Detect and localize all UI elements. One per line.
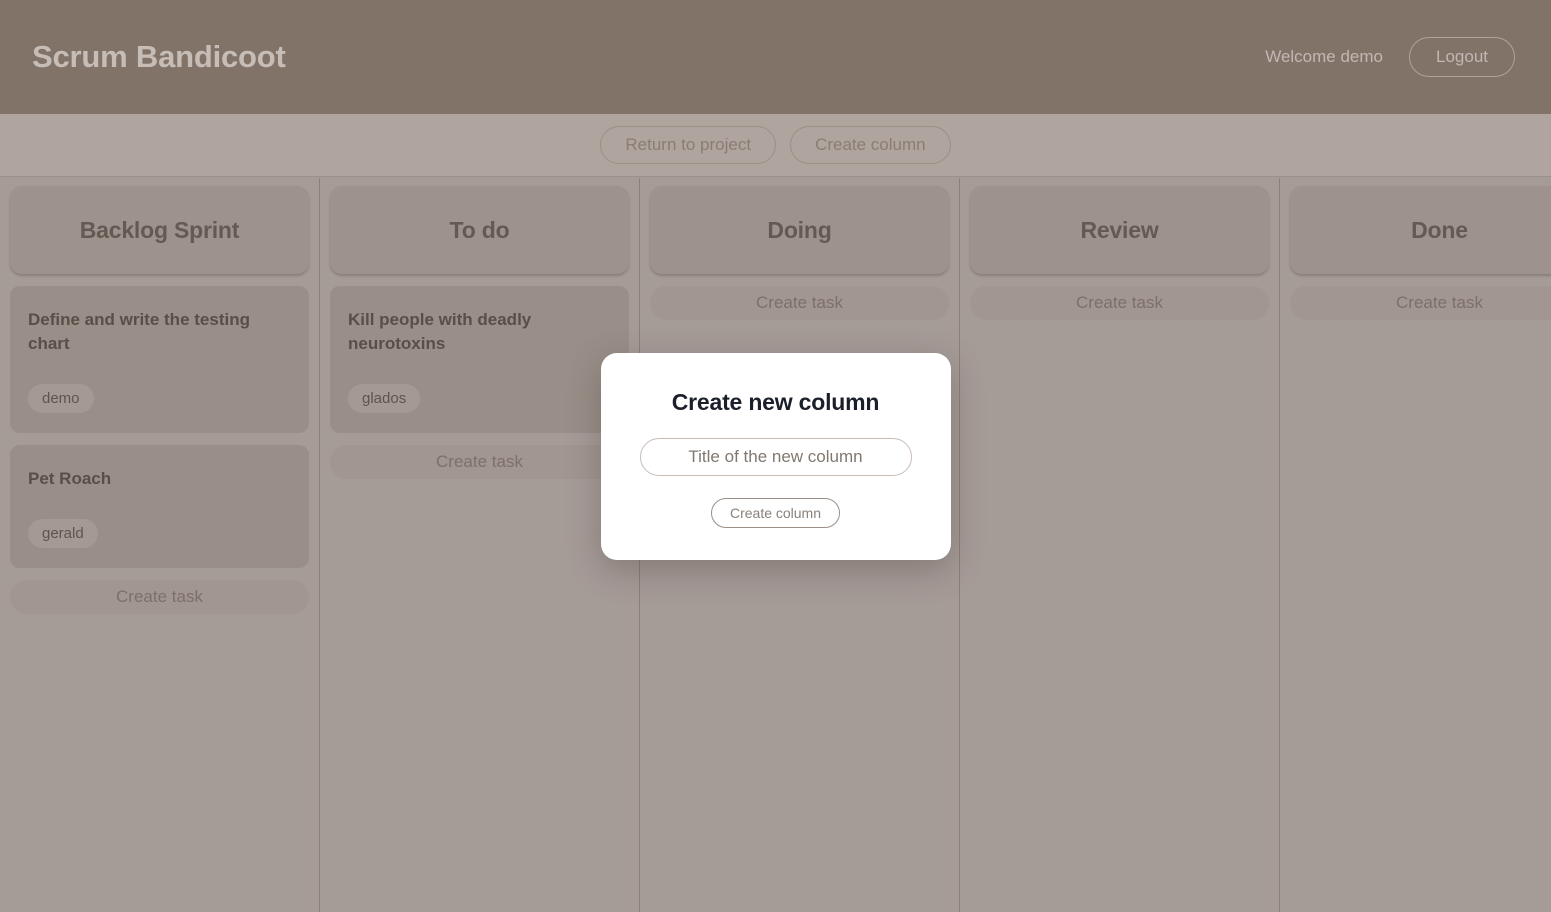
create-column-modal: Create new column Create column xyxy=(600,352,951,560)
column-title-input[interactable] xyxy=(639,437,912,476)
modal-overlay[interactable]: Create new column Create column xyxy=(0,0,1551,912)
modal-create-column-button[interactable]: Create column xyxy=(710,497,841,528)
modal-title: Create new column xyxy=(671,388,880,415)
